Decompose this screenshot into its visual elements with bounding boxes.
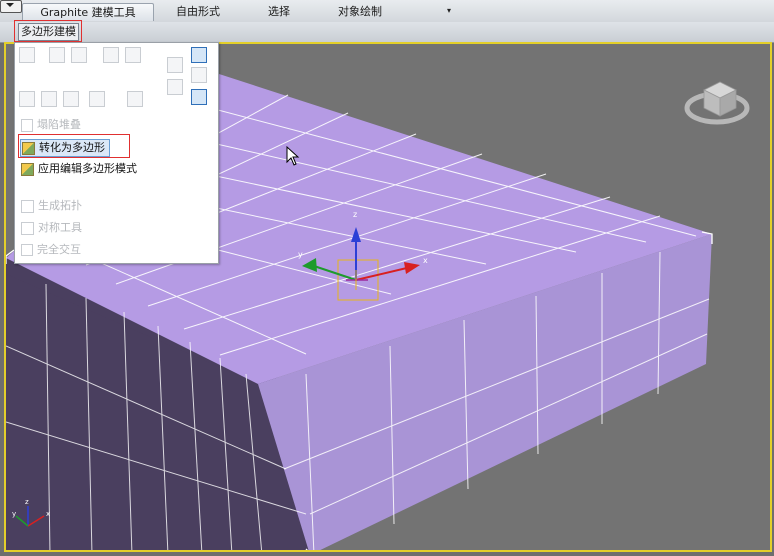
modifier-icon-5[interactable] [127,91,143,107]
polygon-mode-icon[interactable] [103,47,119,63]
viewcube-icon[interactable] [684,72,750,130]
modifier-icon-1[interactable] [19,91,35,107]
convert-to-poly-label: 转化为多边形 [39,141,105,154]
corner-axis-y-label: y [12,510,17,518]
ribbon-tab-bar: Graphite 建模工具 自由形式 选择 对象绘制 ▾ [0,0,774,23]
symmetry-tools-label: 对称工具 [38,221,82,234]
stack-down-icon[interactable] [167,79,183,95]
full-interactivity-item[interactable]: 完全交互 [21,242,81,258]
chevron-down-icon[interactable]: ▾ [447,6,451,15]
element-mode-icon[interactable] [125,47,141,63]
symmetry-icon [21,221,34,235]
ribbon-panel-strip [0,22,774,43]
modifier-icon-3[interactable] [63,91,79,107]
apply-edit-poly-label: 应用编辑多边形模式 [38,162,137,175]
collapse-stack-label: 塌陷堆叠 [37,118,81,131]
corner-axis-z-label: z [25,498,29,506]
checkbox-icon[interactable] [21,244,33,256]
symmetry-tools-item[interactable]: 对称工具 [21,220,82,236]
tab-freeform[interactable]: 自由形式 [176,3,220,20]
pin-stack-icon[interactable] [191,67,207,83]
ribbon-options-button[interactable] [0,0,22,13]
modifier-icon-4[interactable] [89,91,105,107]
stack-up-icon[interactable] [167,57,183,73]
modifier-icon-2[interactable] [41,91,57,107]
apply-edit-poly-icon [21,162,34,176]
border-mode-icon[interactable] [71,47,87,63]
edge-mode-icon[interactable] [49,47,65,63]
gizmo-y-label: y [298,250,303,259]
convert-to-poly-item[interactable]: 转化为多边形 [20,139,110,157]
gizmo-z-label: z [353,210,358,219]
toggle-end-result-icon[interactable] [191,89,207,105]
show-result-icon[interactable] [191,47,207,63]
collapse-stack-item[interactable]: 塌陷堆叠 [21,117,81,133]
polygon-modeling-button[interactable]: 多边形建模 [18,23,79,41]
gizmo-x-label: x [423,256,428,265]
generate-topology-label: 生成拓扑 [38,199,82,212]
corner-axis-x-label: x [46,510,51,518]
convert-icon [22,141,35,155]
full-interactivity-label: 完全交互 [37,243,81,256]
tab-graphite-modeling-tools[interactable]: Graphite 建模工具 [22,3,154,21]
generate-topology-item[interactable]: 生成拓扑 [21,198,82,214]
polygon-modeling-dropdown: 塌陷堆叠 转化为多边形 应用编辑多边形模式 生成拓扑 对称工具 完全交互 [14,42,219,264]
topology-icon [21,199,34,213]
collapse-stack-icon [21,118,33,132]
vertex-mode-icon[interactable] [19,47,35,63]
mouse-cursor-icon [286,146,300,166]
tab-selection[interactable]: 选择 [268,3,290,20]
apply-edit-poly-item[interactable]: 应用编辑多边形模式 [21,161,137,177]
tab-object-paint[interactable]: 对象绘制 [338,3,382,20]
